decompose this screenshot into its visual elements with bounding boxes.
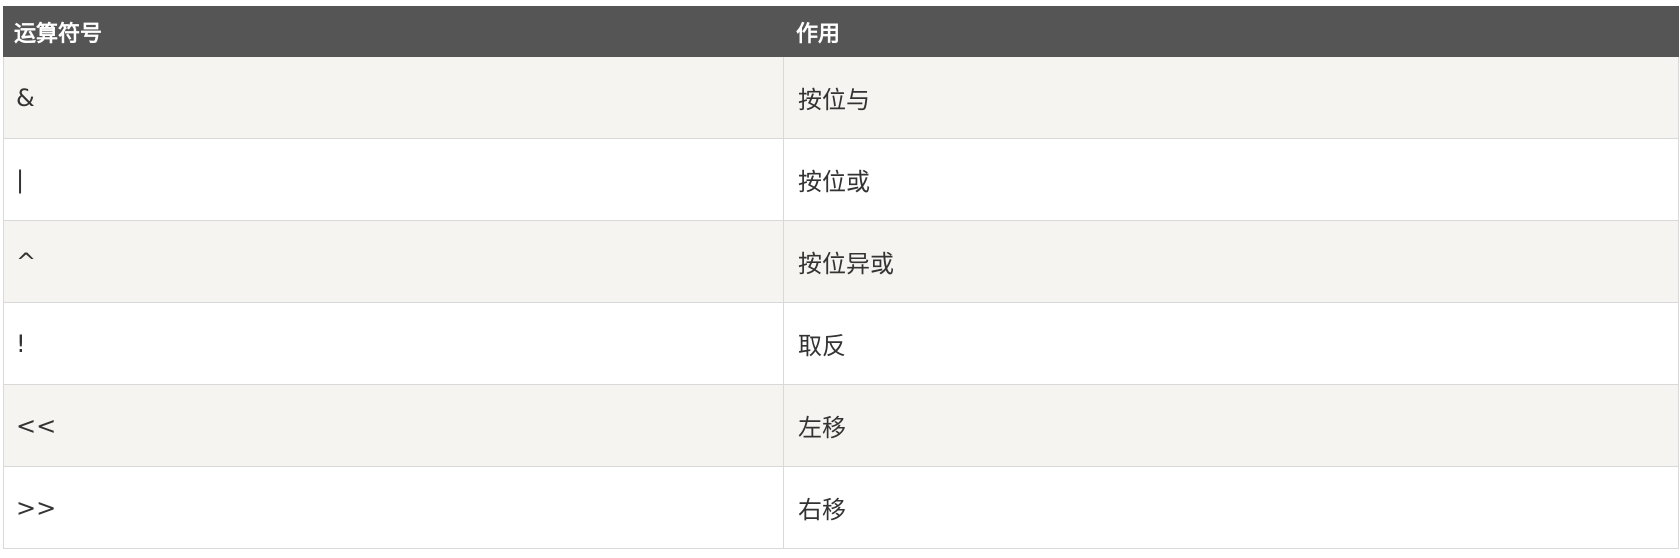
table-row: | 按位或 (3, 138, 1679, 221)
effect-cell: 按位或 (783, 138, 1679, 221)
table-row: << 左移 (3, 384, 1679, 467)
table-header: 运算符号 作用 (3, 6, 1679, 57)
effect-cell: 按位异或 (783, 220, 1679, 303)
table-body: & 按位与 | 按位或 ^ 按位异或 ! 取反 << 左移 >> 右移 (3, 56, 1679, 549)
operator-cell: | (3, 138, 784, 221)
operator-cell: << (3, 384, 784, 467)
table-row: ^ 按位异或 (3, 220, 1679, 303)
effect-cell: 按位与 (783, 56, 1679, 139)
header-effect: 作用 (783, 6, 1679, 57)
table-row: & 按位与 (3, 56, 1679, 139)
operator-table-container: 运算符号 作用 & 按位与 | 按位或 ^ 按位异或 ! 取反 << 左移 >>… (3, 6, 1679, 549)
table-row: >> 右移 (3, 466, 1679, 549)
table-row: ! 取反 (3, 302, 1679, 385)
effect-cell: 右移 (783, 466, 1679, 549)
header-operator: 运算符号 (3, 6, 784, 57)
effect-cell: 左移 (783, 384, 1679, 467)
operator-cell: >> (3, 466, 784, 549)
operator-cell: ^ (3, 220, 784, 303)
operator-cell: ! (3, 302, 784, 385)
effect-cell: 取反 (783, 302, 1679, 385)
operator-cell: & (3, 56, 784, 139)
header-row: 运算符号 作用 (3, 6, 1679, 57)
operator-table: 运算符号 作用 & 按位与 | 按位或 ^ 按位异或 ! 取反 << 左移 >>… (3, 6, 1679, 549)
